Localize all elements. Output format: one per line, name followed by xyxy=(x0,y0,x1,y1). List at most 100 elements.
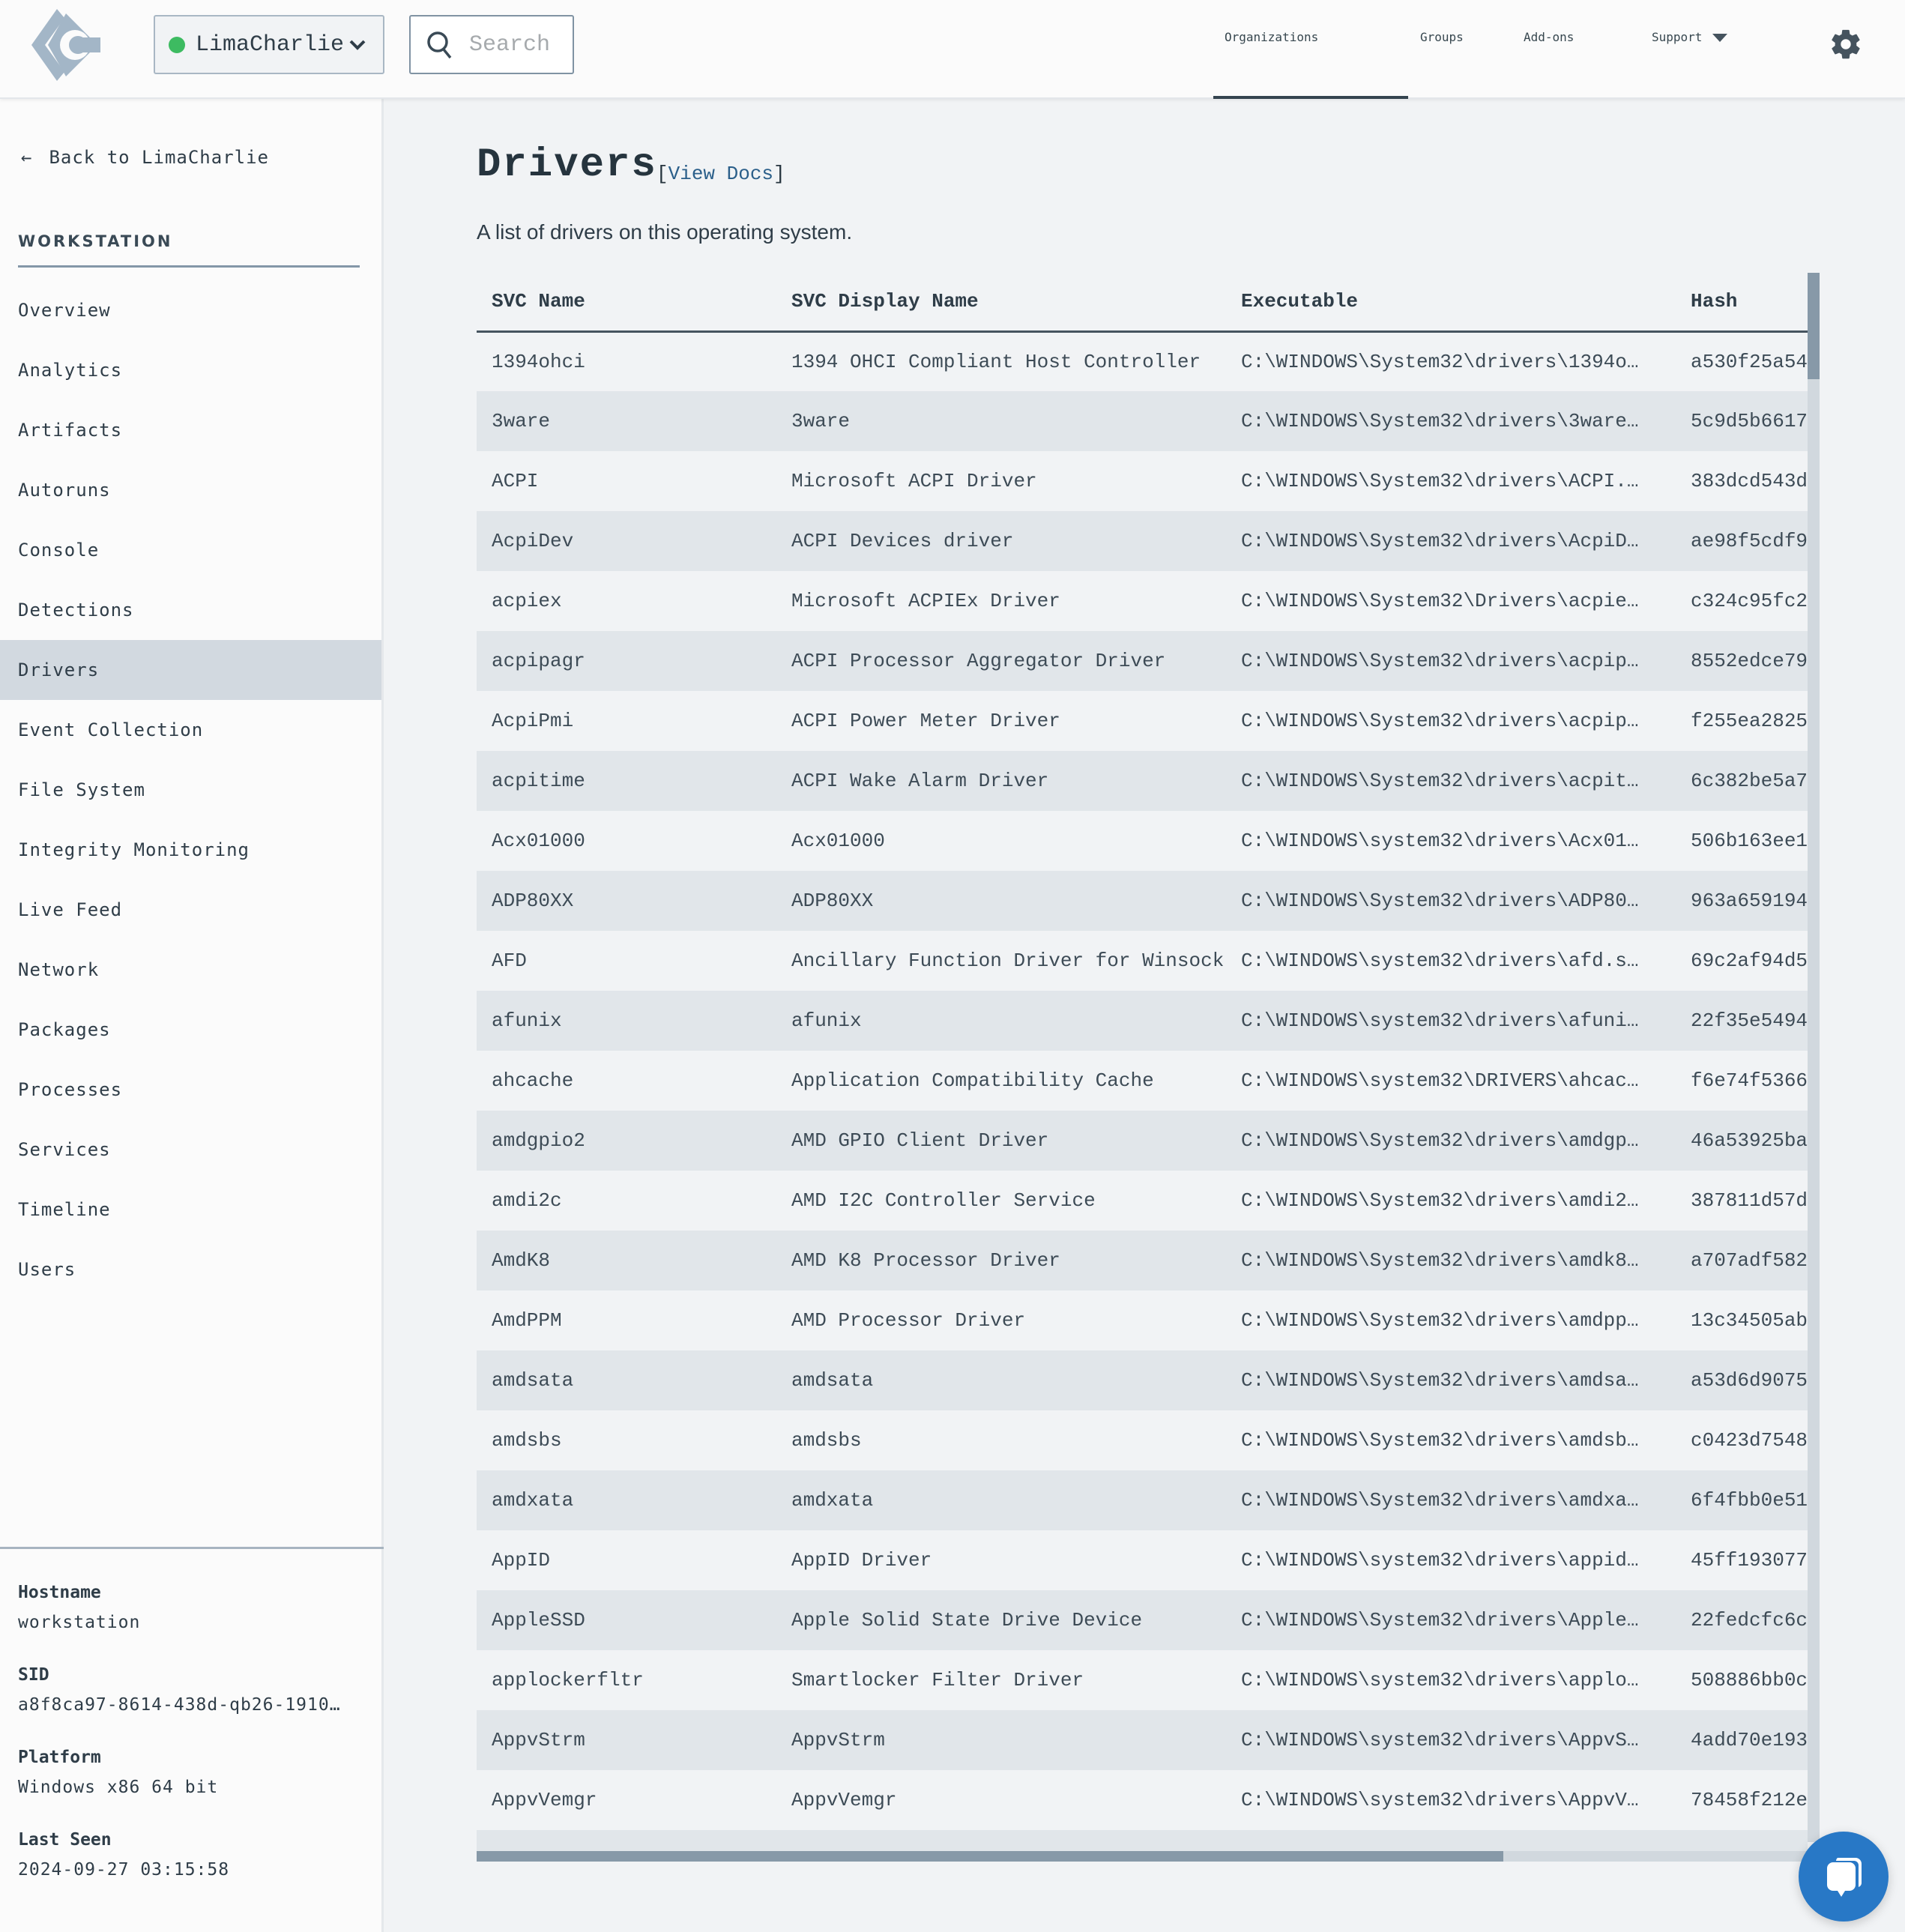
table-row[interactable]: AcpiPmi ACPI Power Meter Driver C:\WINDOWS… xyxy=(477,691,1808,751)
svc-name-cell: AFD xyxy=(492,950,527,972)
table-row[interactable]: ahcache Application Compatibility Cache C:… xyxy=(477,1051,1808,1111)
table-row[interactable]: AmdPPM AMD Processor Driver C:\WINDOWS\Sys… xyxy=(477,1290,1808,1350)
executable-cell: C:\WINDOWS\System32\drivers\amdppm.sys xyxy=(1241,1309,1676,1332)
sidebar-item-processes[interactable]: Processes xyxy=(0,1060,381,1120)
table-row[interactable]: amdi2c AMD I2C Controller Service C:\WINDO… xyxy=(477,1171,1808,1231)
table-row[interactable]: amdxata amdxata C:\WINDOWS\System32\driver… xyxy=(477,1470,1808,1530)
hash-cell: ae98f5cdf9 xyxy=(1676,511,1808,571)
svc-name-cell: AcpiDev xyxy=(477,511,776,571)
hash-cell: c0423d7548 xyxy=(1691,1429,1808,1452)
table-row[interactable]: AppvStrm AppvStrm C:\WINDOWS\system32\driv… xyxy=(477,1710,1808,1770)
sidebar-item-console[interactable]: Console xyxy=(0,520,381,580)
vertical-scrollbar[interactable] xyxy=(1808,273,1820,1842)
sidebar-item-network[interactable]: Network xyxy=(0,940,381,1000)
sidebar-item-integrity-monitoring[interactable]: Integrity Monitoring xyxy=(0,820,381,880)
svc-display-name-cell: amdsata xyxy=(776,1350,1226,1410)
table-row[interactable]: AppvVemgr AppvVemgr C:\WINDOWS\system32\dr… xyxy=(477,1770,1808,1830)
table-row[interactable]: acpipagr ACPI Processor Aggregator Driver… xyxy=(477,631,1808,691)
svc-name-cell: amdsata xyxy=(477,1350,776,1410)
executable-cell: C:\WINDOWS\system32\drivers\AppvVemgr.sy… xyxy=(1241,1789,1676,1811)
table-row[interactable]: 3ware 3ware C:\WINDOWS\System32\drivers\3w… xyxy=(477,391,1808,451)
hash-cell: c324c95fc2 xyxy=(1691,590,1808,612)
sidebar-item-artifacts[interactable]: Artifacts xyxy=(0,400,381,460)
table-row[interactable]: applockerfltr Smartlocker Filter Driver C:… xyxy=(477,1650,1808,1710)
table-row[interactable]: acpitime ACPI Wake Alarm Driver C:\WINDOWS… xyxy=(477,751,1808,811)
table-row[interactable]: AmdK8 AMD K8 Processor Driver C:\WINDOWS\S… xyxy=(477,1231,1808,1290)
svc-name-cell: AppvVemgr xyxy=(492,1789,597,1811)
hash-cell: 506b163ee1 xyxy=(1691,830,1808,852)
svc-name-cell: acpitime xyxy=(477,751,776,811)
table-row[interactable]: ACPI Microsoft ACPI Driver C:\WINDOWS\Syst… xyxy=(477,451,1808,511)
executable-cell: C:\WINDOWS\System32\drivers\amdsbs.sys xyxy=(1241,1429,1676,1452)
column-header-svc-display-name[interactable]: SVC Display Name xyxy=(776,273,1226,333)
platform-value: Windows x86 64 bit xyxy=(18,1778,219,1797)
nav-groups[interactable]: Groups xyxy=(1420,30,1464,44)
hash-cell: 4add70e193 xyxy=(1676,1710,1808,1770)
hash-cell: a530f25a54 xyxy=(1691,350,1808,373)
table-row[interactable]: amdgpio2 AMD GPIO Client Driver C:\WINDOWS… xyxy=(477,1111,1808,1171)
divider xyxy=(0,1547,384,1549)
executable-cell: C:\WINDOWS\System32\Drivers\acpiex.sys xyxy=(1241,590,1676,612)
sidebar-item-services[interactable]: Services xyxy=(0,1120,381,1180)
svc-name-cell: amdgpio2 xyxy=(477,1111,776,1171)
sidebar-item-detections[interactable]: Detections xyxy=(0,580,381,640)
svc-name-cell: Acx01000 xyxy=(492,830,585,852)
table-row[interactable]: 1394ohci 1394 OHCI Compliant Host Control… xyxy=(477,331,1808,391)
sidebar-nav: Overview Analytics Artifacts Autoruns Co… xyxy=(0,280,381,1299)
hash-cell: 963a659194 xyxy=(1676,871,1808,931)
sidebar-item-event-collection[interactable]: Event Collection xyxy=(0,700,381,760)
nav-organizations[interactable]: Organizations xyxy=(1225,30,1318,44)
sidebar-item-users[interactable]: Users xyxy=(0,1240,381,1299)
executable-cell: C:\WINDOWS\System32\drivers\amdk8.sys xyxy=(1226,1231,1676,1290)
chat-widget-button[interactable] xyxy=(1799,1832,1889,1922)
column-header-executable[interactable]: Executable xyxy=(1226,273,1676,333)
caret-down-icon xyxy=(1712,34,1728,42)
back-to-limacharlie-link[interactable]: ← Back to LimaCharlie xyxy=(21,147,269,168)
table-row[interactable]: amdsbs amdsbs C:\WINDOWS\System32\drivers\… xyxy=(477,1410,1808,1470)
vertical-scrollbar-thumb[interactable] xyxy=(1808,273,1820,379)
table-row[interactable]: AFD Ancillary Function Driver for Winsock… xyxy=(477,931,1808,991)
view-docs-link[interactable]: View Docs xyxy=(668,163,773,185)
table-row[interactable]: ADP80XX ADP80XX C:\WINDOWS\System32\driver… xyxy=(477,871,1808,931)
sidebar-item-packages[interactable]: Packages xyxy=(0,1000,381,1060)
svc-name-cell: AcpiPmi xyxy=(492,710,574,732)
sidebar-item-file-system[interactable]: File System xyxy=(0,760,381,820)
hash-cell: 8552edce79 xyxy=(1676,631,1808,691)
search-input[interactable] xyxy=(469,31,567,58)
hash-cell: 6f4fbb0e51 xyxy=(1676,1470,1808,1530)
sidebar-item-overview[interactable]: Overview xyxy=(0,280,381,340)
sidebar-item-autoruns[interactable]: Autoruns xyxy=(0,460,381,520)
gear-icon[interactable] xyxy=(1829,27,1863,61)
table-row[interactable]: Acx01000 Acx01000 C:\WINDOWS\system32\driv… xyxy=(477,811,1808,871)
top-navigation-bar: LimaCharlie Organizations Groups Add-ons… xyxy=(0,0,1905,99)
svc-name-cell: AmdPPM xyxy=(492,1309,562,1332)
sidebar-item-timeline[interactable]: Timeline xyxy=(0,1180,381,1240)
svc-display-name-cell: AMD GPIO Client Driver xyxy=(776,1111,1226,1171)
executable-cell: C:\WINDOWS\system32\drivers\AppvStrm.sys xyxy=(1226,1710,1676,1770)
table-row[interactable]: amdsata amdsata C:\WINDOWS\System32\driver… xyxy=(477,1350,1808,1410)
svc-name-cell: acpiex xyxy=(492,590,562,612)
table-row[interactable]: AppID AppID Driver C:\WINDOWS\system32\dri… xyxy=(477,1530,1808,1590)
table-row[interactable]: AcpiDev ACPI Devices driver C:\WINDOWS\Sys… xyxy=(477,511,1808,571)
sid-label: SID xyxy=(18,1665,49,1685)
limacharlie-logo[interactable] xyxy=(25,7,118,82)
table-row[interactable]: afunix afunix C:\WINDOWS\system32\drivers\… xyxy=(477,991,1808,1051)
executable-cell: C:\WINDOWS\system32\drivers\afd.sys xyxy=(1241,950,1651,972)
column-header-hash[interactable]: Hash xyxy=(1676,273,1808,333)
search-box[interactable] xyxy=(409,15,574,74)
drivers-table: SVC Name SVC Display Name Executable Has… xyxy=(477,273,1808,1860)
table-row[interactable]: AppleSSD Apple Solid State Drive Device C:… xyxy=(477,1590,1808,1650)
horizontal-scrollbar-thumb[interactable] xyxy=(477,1851,1503,1862)
platform-label: Platform xyxy=(18,1748,101,1767)
sidebar-item-live-feed[interactable]: Live Feed xyxy=(0,880,381,940)
column-header-svc-name[interactable]: SVC Name xyxy=(477,273,776,333)
table-row[interactable]: acpiex Microsoft ACPIEx Driver C:\WINDOWS\… xyxy=(477,571,1808,631)
sidebar-item-analytics[interactable]: Analytics xyxy=(0,340,381,400)
organization-selector[interactable]: LimaCharlie xyxy=(154,15,384,74)
view-docs: [View Docs] xyxy=(656,163,785,185)
nav-support[interactable]: Support xyxy=(1652,30,1728,44)
hash-cell: 387811d57d xyxy=(1691,1189,1808,1212)
svc-display-name-cell: ACPI Devices driver xyxy=(776,511,1226,571)
nav-add-ons[interactable]: Add-ons xyxy=(1524,30,1574,44)
sidebar-item-drivers[interactable]: Drivers xyxy=(0,640,381,700)
